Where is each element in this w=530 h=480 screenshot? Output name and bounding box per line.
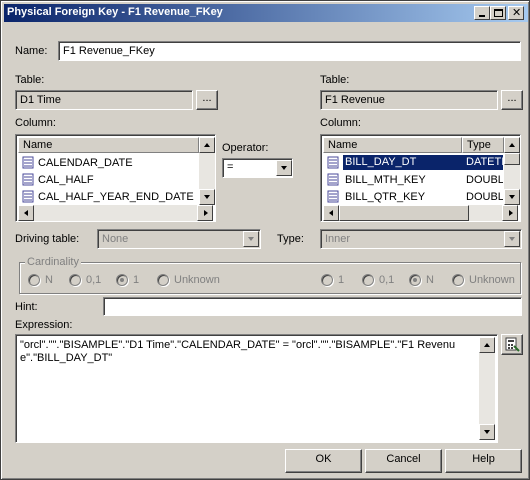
list-item[interactable]: BILL_MTH_KEY DOUBLE [323, 171, 504, 188]
column-name: CAL_HALF_YEAR_END_DATE [38, 190, 194, 203]
scroll-down-button[interactable] [199, 189, 215, 205]
left-table-field: D1 Time [15, 90, 193, 110]
scroll-up-button[interactable] [479, 337, 495, 353]
scroll-down-button[interactable] [479, 424, 495, 440]
column-icon [22, 190, 34, 203]
left-vertical-scrollbar[interactable] [199, 137, 215, 205]
scroll-left-button[interactable] [18, 205, 34, 221]
maximize-icon[interactable] [490, 6, 506, 20]
cancel-button[interactable]: Cancel [365, 449, 442, 473]
scroll-right-button[interactable] [197, 205, 213, 221]
operator-label: Operator: [222, 142, 269, 154]
scroll-thumb[interactable] [339, 205, 469, 221]
cardinality-left-01-radio[interactable]: 0,1 [69, 274, 101, 286]
expression-builder-button[interactable] [501, 334, 523, 355]
column-name: CALENDAR_DATE [38, 156, 133, 169]
right-table-value: F1 Revenue [325, 94, 385, 106]
list-item[interactable]: BILL_DAY_DT DATETIM [323, 154, 504, 171]
list-item[interactable]: CAL_HALF [18, 171, 199, 188]
right-name-header[interactable]: Name [323, 137, 462, 153]
list-item[interactable]: CALENDAR_DATE [18, 154, 199, 171]
column-icon [327, 190, 339, 203]
expression-label: Expression: [15, 319, 73, 331]
operator-value: = [227, 161, 234, 173]
right-column-label: Column: [320, 117, 361, 129]
left-name-header[interactable]: Name [18, 137, 199, 153]
right-table-label: Table: [320, 74, 350, 86]
expression-text: "orcl".""."BISAMPLE"."D1 Time"."CALENDAR… [20, 339, 456, 364]
hint-label: Hint: [15, 301, 38, 313]
scroll-thumb[interactable] [504, 153, 520, 165]
cardinality-left-unknown-radio[interactable]: Unknown [157, 274, 220, 286]
cardinality-right-unknown-radio[interactable]: Unknown [452, 274, 515, 286]
column-type: DOUBLE [466, 190, 503, 203]
scroll-down-button[interactable] [504, 189, 520, 205]
scroll-up-button[interactable] [504, 137, 520, 153]
driving-table-value: None [102, 233, 129, 245]
scroll-left-button[interactable] [323, 205, 339, 221]
left-horizontal-scrollbar[interactable] [18, 205, 213, 221]
window-title: Physical Foreign Key - F1 Revenue_FKey [7, 6, 223, 18]
right-table-field: F1 Revenue [320, 90, 498, 110]
dialog-window: Physical Foreign Key - F1 Revenue_FKey ✕… [0, 0, 530, 480]
driving-table-label: Driving table: [15, 233, 80, 245]
title-bar[interactable]: Physical Foreign Key - F1 Revenue_FKey ✕ [4, 4, 528, 22]
column-icon [22, 173, 34, 186]
column-type: DATETIM [462, 155, 503, 170]
type-value: Inner [325, 233, 351, 245]
left-browse-button[interactable]: ... [196, 90, 218, 110]
left-column-label: Column: [15, 117, 56, 129]
right-column-list[interactable]: Name Type BILL_DAY_DT DATETIM BILL_MTH_K… [320, 134, 521, 222]
cardinality-left-n-radio[interactable]: N [28, 274, 53, 286]
help-button[interactable]: Help [445, 449, 522, 473]
cardinality-right-n-radio[interactable]: N [409, 274, 434, 286]
name-field[interactable]: F1 Revenue_FKey [58, 41, 521, 61]
right-type-header[interactable]: Type [462, 137, 504, 153]
expression-scrollbar[interactable] [479, 337, 495, 440]
right-horizontal-scrollbar[interactable] [323, 205, 518, 221]
name-value: F1 Revenue_FKey [63, 45, 155, 57]
chevron-down-icon [243, 231, 259, 247]
left-table-label: Table: [15, 74, 45, 86]
list-item[interactable]: CAL_HALF_YEAR_END_DATE [18, 188, 199, 205]
type-select[interactable]: Inner [320, 229, 522, 249]
chevron-down-icon [504, 231, 520, 247]
column-icon [327, 173, 339, 186]
chevron-down-icon[interactable] [276, 160, 292, 176]
cardinality-label: Cardinality [25, 256, 81, 268]
operator-select[interactable]: = [222, 158, 293, 178]
column-icon [327, 156, 339, 169]
minimize-icon[interactable] [474, 6, 490, 20]
scroll-up-button[interactable] [199, 137, 215, 153]
type-label: Type: [277, 233, 304, 245]
close-icon[interactable]: ✕ [508, 6, 524, 20]
cardinality-left-1-radio[interactable]: 1 [116, 274, 139, 286]
column-name: CAL_HALF [38, 173, 94, 186]
expression-builder-icon [505, 337, 520, 352]
left-table-value: D1 Time [20, 94, 61, 106]
column-icon [22, 156, 34, 169]
driving-table-select[interactable]: None [97, 229, 261, 249]
right-vertical-scrollbar[interactable] [504, 137, 520, 205]
right-browse-button[interactable]: ... [501, 90, 523, 110]
column-name: BILL_DAY_DT [343, 155, 462, 170]
ok-button[interactable]: OK [285, 449, 362, 473]
column-name: BILL_QTR_KEY [345, 190, 426, 203]
left-column-list[interactable]: Name CALENDAR_DATE CAL_HALF CAL_HALF_YEA… [15, 134, 216, 222]
name-label: Name: [15, 45, 48, 57]
column-name: BILL_MTH_KEY [345, 173, 426, 186]
expression-textarea[interactable]: "orcl".""."BISAMPLE"."D1 Time"."CALENDAR… [15, 334, 498, 443]
list-item[interactable]: BILL_QTR_KEY DOUBLE [323, 188, 504, 205]
cardinality-right-1-radio[interactable]: 1 [321, 274, 344, 286]
cardinality-right-01-radio[interactable]: 0,1 [362, 274, 394, 286]
column-type: DOUBLE [466, 173, 503, 186]
hint-field[interactable] [103, 297, 522, 316]
scroll-right-button[interactable] [502, 205, 518, 221]
